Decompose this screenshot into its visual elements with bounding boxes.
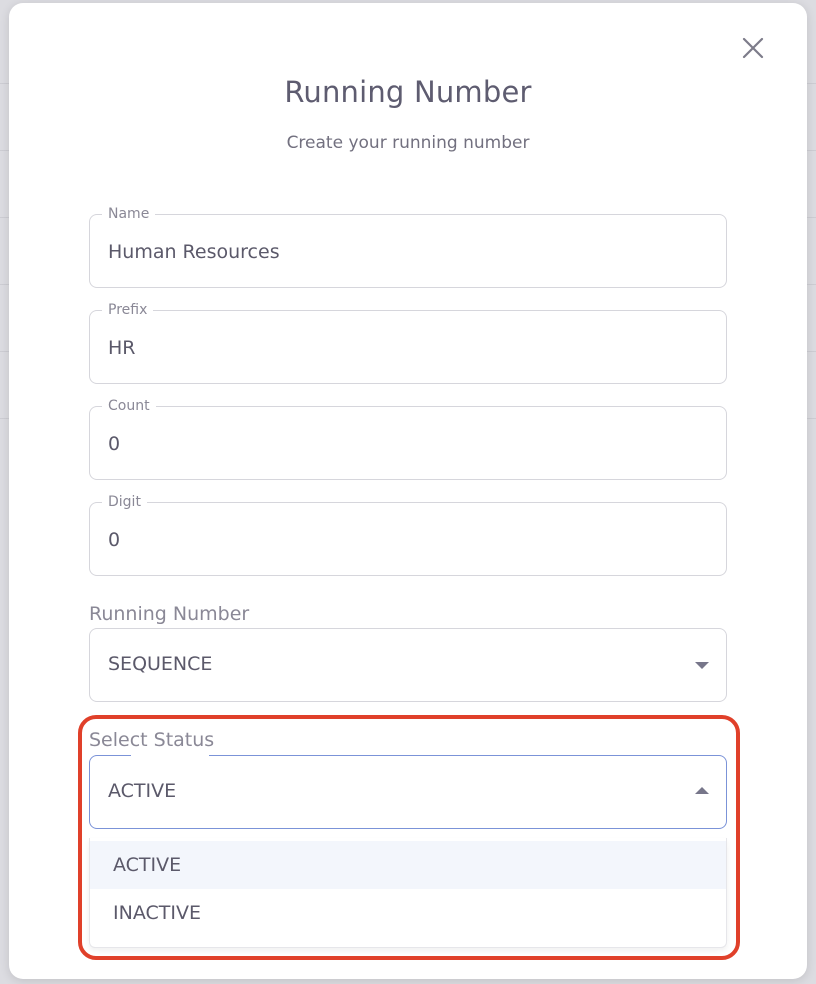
- count-field-label: Count: [102, 397, 156, 415]
- running-number-caption: Running Number: [89, 603, 250, 625]
- digit-input[interactable]: [108, 525, 708, 555]
- digit-field-label: Digit: [102, 493, 147, 511]
- count-field: Count: [89, 397, 727, 480]
- status-dropdown-menu: ACTIVE INACTIVE: [89, 838, 727, 948]
- digit-field: Digit: [89, 493, 727, 576]
- prefix-field-label: Prefix: [102, 301, 154, 319]
- modal-title: Running Number: [284, 75, 532, 109]
- prefix-input[interactable]: [108, 333, 708, 363]
- close-icon: [742, 37, 764, 59]
- modal-subtitle: Create your running number: [286, 133, 530, 153]
- running-number-selected-value: SEQUENCE: [108, 653, 213, 675]
- close-button[interactable]: [741, 36, 765, 60]
- name-field: Name: [89, 205, 727, 288]
- chevron-down-icon: [695, 662, 709, 669]
- name-field-label: Name: [102, 205, 156, 223]
- name-input[interactable]: [108, 237, 708, 267]
- status-option-active[interactable]: ACTIVE: [90, 841, 726, 889]
- status-caption: Select Status: [89, 729, 215, 751]
- status-option-inactive[interactable]: INACTIVE: [90, 889, 726, 937]
- chevron-up-icon: [695, 787, 709, 794]
- count-input[interactable]: [108, 429, 708, 459]
- running-number-select[interactable]: SEQUENCE: [89, 628, 727, 702]
- select-label-notch: [131, 754, 209, 758]
- status-select[interactable]: ACTIVE: [89, 755, 727, 829]
- prefix-field: Prefix: [89, 301, 727, 384]
- status-selected-value: ACTIVE: [108, 780, 177, 802]
